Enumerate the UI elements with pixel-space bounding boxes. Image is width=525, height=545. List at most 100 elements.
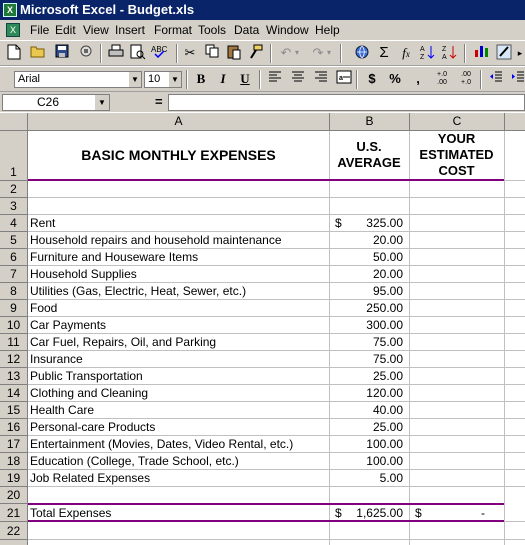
sort-ascending-icon[interactable]: AZ — [418, 44, 438, 62]
hyperlink-icon[interactable] — [352, 44, 372, 62]
font-size-select[interactable]: 10 ▼ — [144, 71, 182, 88]
svg-text:A: A — [420, 46, 425, 53]
paste-icon[interactable] — [224, 44, 244, 62]
autosum-icon[interactable]: Σ — [374, 44, 394, 62]
menu-format[interactable]: Format — [154, 20, 192, 40]
insert-function-icon[interactable]: fx — [396, 44, 416, 62]
spelling-icon[interactable]: ABC — [150, 44, 170, 62]
expense-amount: 100.00 — [366, 437, 403, 451]
toolbar-separator — [480, 70, 482, 89]
row-header[interactable]: 18 — [0, 453, 28, 470]
print-icon[interactable] — [106, 44, 126, 62]
bold-button[interactable]: B — [191, 70, 211, 88]
increase-indent-icon[interactable] — [508, 70, 525, 88]
format-painter-icon[interactable] — [246, 44, 266, 62]
row-header-22[interactable]: 22 — [0, 522, 28, 540]
drawing-icon[interactable] — [494, 44, 514, 62]
row-header[interactable]: 14 — [0, 385, 28, 402]
expense-label: Household repairs and household maintena… — [30, 233, 282, 247]
copy-icon[interactable] — [202, 44, 222, 62]
formula-equals[interactable]: = — [155, 94, 163, 109]
expense-label: Insurance — [30, 352, 83, 366]
toolbar-options-icon[interactable]: ▸ — [514, 44, 525, 62]
print-preview-icon[interactable] — [128, 44, 148, 62]
align-center-icon[interactable] — [288, 70, 308, 88]
toolbar-separator — [340, 44, 342, 63]
column-header-c[interactable]: C — [410, 113, 505, 131]
currency-style-button[interactable]: $ — [362, 70, 382, 88]
open-folder-icon[interactable] — [28, 44, 48, 62]
align-right-icon[interactable] — [311, 70, 331, 88]
row-header-21[interactable]: 21 — [0, 504, 28, 522]
row-header-3[interactable]: 3 — [0, 198, 28, 215]
row-header[interactable]: 16 — [0, 419, 28, 436]
italic-button[interactable]: I — [213, 70, 233, 88]
row-header[interactable]: 10 — [0, 317, 28, 334]
row-header-23[interactable] — [0, 540, 28, 545]
percent-style-button[interactable]: % — [385, 70, 405, 88]
column-header-b[interactable]: B — [330, 113, 410, 131]
row-header[interactable]: 7 — [0, 266, 28, 283]
chevron-down-icon[interactable]: ▼ — [168, 72, 181, 87]
undo-dropdown-icon[interactable]: ▾ — [292, 44, 302, 62]
row-header[interactable]: 12 — [0, 351, 28, 368]
expense-amount: 20.00 — [372, 267, 403, 281]
row-header[interactable]: 4 — [0, 215, 28, 232]
row-header[interactable]: 8 — [0, 283, 28, 300]
expense-amount: 75.00 — [372, 352, 403, 366]
row-header[interactable]: 11 — [0, 334, 28, 351]
cut-icon[interactable]: ✂ — [180, 44, 200, 62]
sort-descending-icon[interactable]: ZA — [440, 44, 460, 62]
row-header[interactable]: 15 — [0, 402, 28, 419]
total-label: Total Expenses — [30, 506, 112, 520]
worksheet-grid[interactable]: BASIC MONTHLY EXPENSES U.S. AVERAGE YOUR… — [28, 131, 525, 545]
row-header[interactable]: 19 — [0, 470, 28, 487]
merge-center-icon[interactable]: a — [334, 70, 354, 88]
menu-window[interactable]: Window — [266, 20, 309, 40]
workbook-icon[interactable]: X — [6, 23, 20, 37]
toolbar-separator — [356, 70, 358, 89]
new-icon[interactable] — [4, 44, 24, 62]
menu-tools[interactable]: Tools — [198, 20, 226, 40]
row-header[interactable]: 17 — [0, 436, 28, 453]
total-average-amount: 1,625.00 — [356, 506, 403, 520]
save-icon[interactable] — [52, 44, 72, 62]
font-name-select[interactable]: Arial ▼ — [14, 71, 142, 88]
align-left-icon[interactable] — [265, 70, 285, 88]
permission-icon[interactable] — [76, 44, 96, 62]
excel-app-icon[interactable]: X — [3, 3, 17, 17]
decrease-decimal-button[interactable]: .00 +.0 — [456, 70, 476, 89]
menu-help[interactable]: Help — [315, 20, 340, 40]
font-name-value: Arial — [18, 73, 41, 85]
row-header[interactable]: 6 — [0, 249, 28, 266]
row-header-2[interactable]: 2 — [0, 181, 28, 198]
select-all-corner[interactable] — [0, 113, 28, 131]
expense-amount: 300.00 — [366, 318, 403, 332]
formula-input[interactable] — [168, 94, 525, 111]
column-header-d[interactable] — [505, 113, 525, 131]
row-header-1[interactable]: 1 — [0, 131, 28, 181]
increase-decimal-button[interactable]: +.0 .00 — [432, 70, 452, 89]
redo-dropdown-icon[interactable]: ▾ — [324, 44, 334, 62]
expense-amount: 250.00 — [366, 301, 403, 315]
expense-amount: 120.00 — [366, 386, 403, 400]
chevron-down-icon[interactable]: ▼ — [128, 72, 141, 87]
chart-wizard-icon[interactable] — [472, 44, 492, 62]
formatting-toolbar: Arial ▼ 10 ▼ B I U a $ % , +.0 .00 .00 +… — [0, 66, 525, 92]
row-header[interactable]: 9 — [0, 300, 28, 317]
comma-style-button[interactable]: , — [408, 70, 428, 88]
underline-button[interactable]: U — [235, 70, 255, 88]
column-header-a[interactable]: A — [28, 113, 330, 131]
row-header[interactable]: 5 — [0, 232, 28, 249]
menu-insert[interactable]: Insert — [115, 20, 145, 40]
name-box[interactable]: C26 ▼ — [2, 94, 110, 111]
menu-data[interactable]: Data — [234, 20, 259, 40]
chevron-down-icon[interactable]: ▼ — [95, 95, 109, 110]
menu-view[interactable]: View — [83, 20, 109, 40]
gridline — [504, 131, 505, 545]
row-header[interactable]: 13 — [0, 368, 28, 385]
menu-file[interactable]: File — [30, 20, 49, 40]
row-header-20[interactable]: 20 — [0, 487, 28, 504]
decrease-indent-icon[interactable] — [486, 70, 506, 88]
menu-edit[interactable]: Edit — [55, 20, 76, 40]
